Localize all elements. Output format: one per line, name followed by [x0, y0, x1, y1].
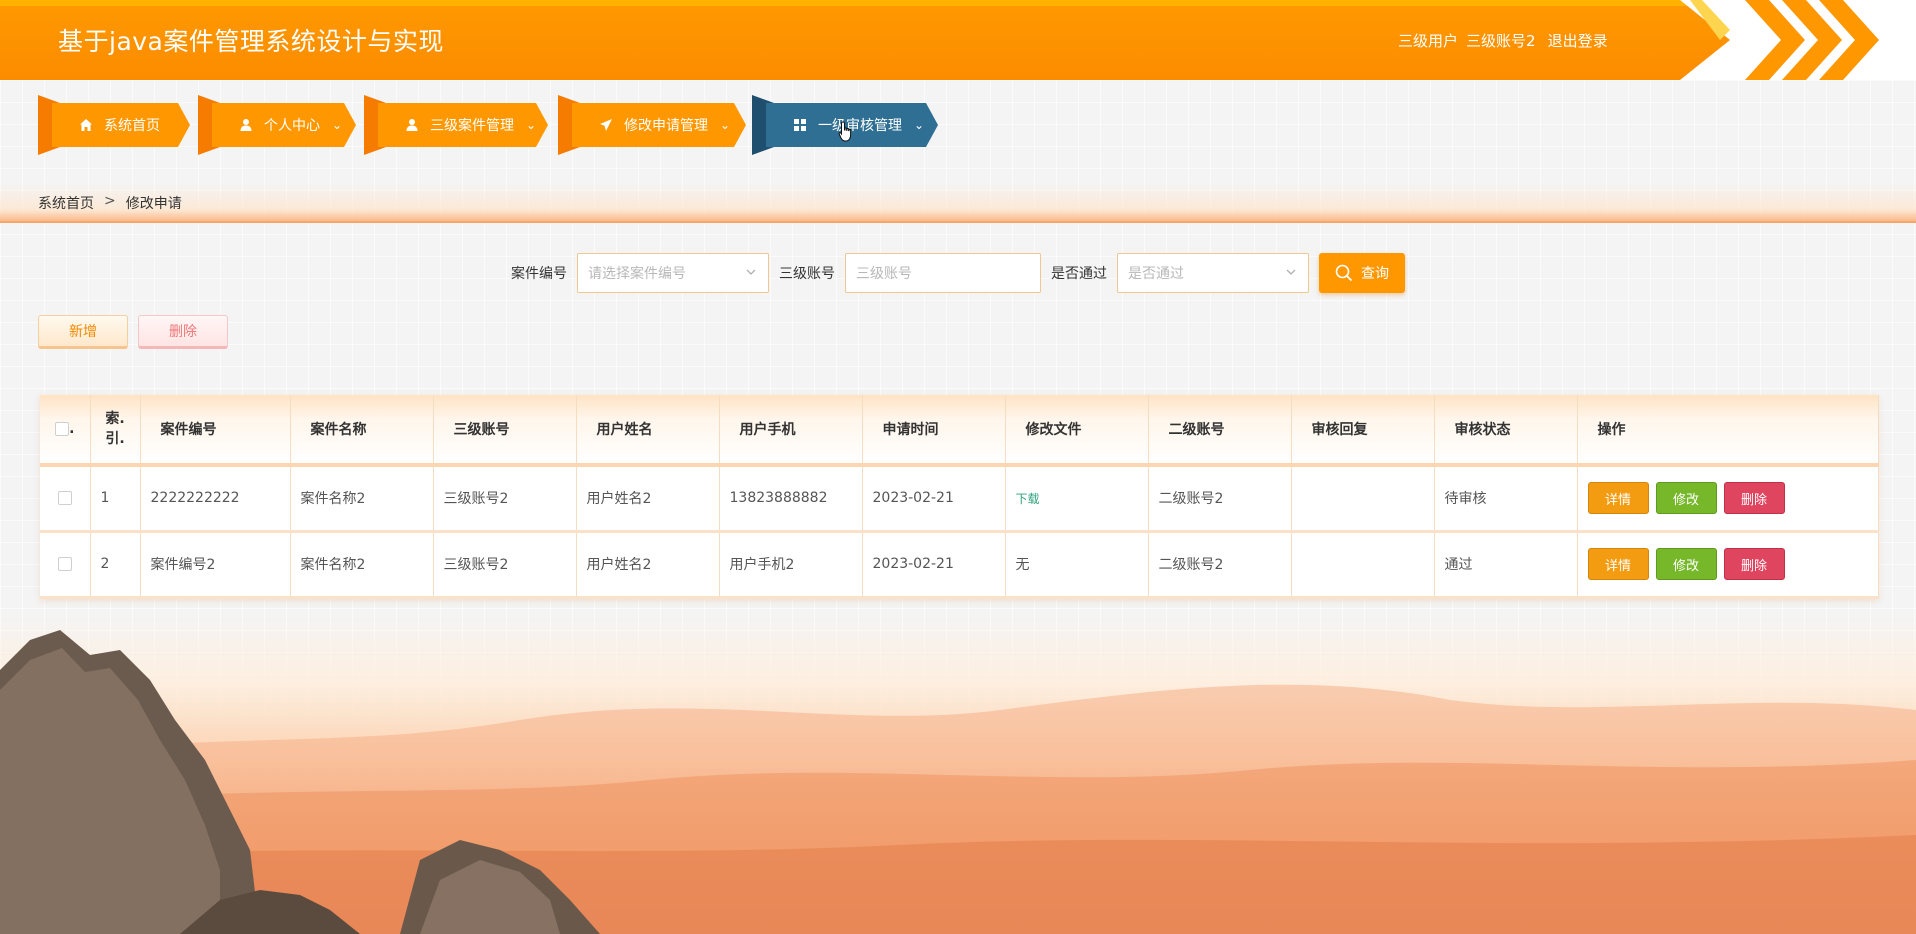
chevron-down-icon — [1286, 269, 1296, 275]
cell-user-name: 用户姓名2 — [576, 531, 720, 597]
nav-item-level3-cases[interactable]: 三级案件管理 ⌄ — [364, 95, 548, 155]
column-header-user-phone: 用户手机 — [719, 395, 863, 467]
mouse-cursor-icon — [838, 121, 852, 142]
nav-item-label: 一级审核管理 — [818, 118, 902, 134]
nav-item-personal-center[interactable]: 个人中心 ⌄ — [198, 95, 356, 155]
chevron-down-icon: ⌄ — [720, 118, 731, 132]
edit-button[interactable]: 修改 — [1655, 482, 1717, 515]
table-row: 2 案件编号2 案件名称2 三级账号2 用户姓名2 用户手机2 2023-02-… — [40, 531, 1879, 597]
passed-placeholder: 是否通过 — [1128, 266, 1184, 282]
logout-link[interactable]: 退出登录 — [1548, 30, 1608, 51]
row-checkbox[interactable] — [40, 465, 91, 531]
cell-modify-file: 无 — [1005, 531, 1149, 597]
cell-case-no: 案件编号2 — [140, 531, 291, 597]
batch-delete-button[interactable]: 删除 — [138, 315, 228, 349]
case-no-placeholder: 请选择案件编号 — [588, 266, 686, 282]
row-checkbox[interactable] — [40, 531, 91, 597]
cell-level2-account: 二级账号2 — [1148, 531, 1292, 597]
chevron-down-icon: ⌄ — [526, 118, 537, 132]
account-placeholder: 三级账号 — [856, 266, 912, 282]
chevron-down-icon — [746, 269, 756, 275]
cell-case-name: 案件名称2 — [290, 531, 434, 597]
breadcrumb-separator: > — [104, 193, 116, 209]
column-header-level3-account: 三级账号 — [433, 395, 577, 467]
column-header-apply-time: 申请时间 — [862, 395, 1006, 467]
column-header-level2-account: 二级账号 — [1148, 395, 1292, 467]
home-icon — [78, 117, 94, 133]
column-header-index: 索. 引. — [90, 395, 141, 467]
cell-user-name: 用户姓名2 — [576, 465, 720, 531]
table-row: 1 2222222222 案件名称2 三级账号2 用户姓名2 138238888… — [40, 465, 1879, 531]
case-no-label: 案件编号 — [511, 266, 567, 282]
nav-item-label: 个人中心 — [264, 118, 320, 134]
landscape-background — [0, 610, 1916, 934]
data-table: . 索. 引. 案件编号 案件名称 三级账号 用户姓名 用户手机 申请时间 修改文… — [40, 395, 1879, 599]
site-title: 基于java案件管理系统设计与实现 — [58, 27, 444, 56]
breadcrumb-bar — [0, 183, 1916, 223]
column-header-case-name: 案件名称 — [290, 395, 434, 467]
nav-item-modify-requests[interactable]: 修改申请管理 ⌄ — [558, 95, 746, 155]
user-name: 三级账号2 — [1466, 32, 1536, 50]
cell-level3-account: 三级账号2 — [433, 465, 577, 531]
cell-user-phone: 用户手机2 — [719, 531, 863, 597]
cell-index: 1 — [90, 465, 141, 531]
cell-operation: 详情 修改 删除 — [1577, 465, 1879, 531]
query-button-label: 查询 — [1361, 266, 1389, 282]
delete-button[interactable]: 删除 — [1723, 482, 1785, 515]
cell-index: 2 — [90, 531, 141, 597]
cell-user-phone: 13823888882 — [719, 465, 863, 531]
cell-apply-time: 2023-02-21 — [862, 465, 1006, 531]
edit-button[interactable]: 修改 — [1655, 548, 1717, 580]
column-header-modify-file: 修改文件 — [1005, 395, 1149, 467]
cell-level2-account: 二级账号2 — [1148, 465, 1292, 531]
passed-label: 是否通过 — [1051, 266, 1107, 282]
column-header-user-name: 用户姓名 — [576, 395, 720, 467]
chevron-down-icon: ⌄ — [332, 118, 343, 132]
cell-case-name: 案件名称2 — [290, 465, 434, 531]
header: 基于java案件管理系统设计与实现 三级用户 三级账号2 退出登录 — [0, 0, 1916, 80]
account-input[interactable]: 三级账号 — [845, 253, 1041, 293]
select-all-checkbox[interactable]: . — [40, 395, 91, 467]
detail-button[interactable]: 详情 — [1587, 482, 1649, 515]
column-header-case-no: 案件编号 — [140, 395, 291, 467]
account-label: 三级账号 — [779, 266, 835, 282]
search-form: 案件编号 请选择案件编号 三级账号 三级账号 是否通过 是否通过 查询 — [511, 253, 1405, 293]
nav-item-label: 系统首页 — [104, 118, 160, 134]
cell-review-reply — [1291, 465, 1435, 531]
column-header-review-reply: 审核回复 — [1291, 395, 1435, 467]
query-button[interactable]: 查询 — [1319, 253, 1405, 293]
cell-modify-file: 下载 — [1005, 465, 1149, 531]
passed-select[interactable]: 是否通过 — [1117, 253, 1309, 293]
delete-button[interactable]: 删除 — [1723, 548, 1785, 580]
cell-level3-account: 三级账号2 — [433, 531, 577, 597]
user-info: 三级用户 三级账号2 退出登录 — [1398, 30, 1608, 51]
user-icon — [238, 117, 254, 133]
column-header-operation: 操作 — [1577, 395, 1879, 467]
grid-icon — [792, 117, 808, 133]
nav-item-label: 三级案件管理 — [430, 118, 514, 134]
cell-case-no: 2222222222 — [140, 465, 291, 531]
user-icon — [404, 117, 420, 133]
cell-apply-time: 2023-02-21 — [862, 531, 1006, 597]
breadcrumb-home[interactable]: 系统首页 — [38, 193, 94, 213]
user-role: 三级用户 — [1398, 32, 1459, 50]
cell-review-reply — [1291, 531, 1435, 597]
nav-item-label: 修改申请管理 — [624, 118, 708, 134]
nav-item-home[interactable]: 系统首页 — [38, 95, 190, 155]
table-header-row: . 索. 引. 案件编号 案件名称 三级账号 用户姓名 用户手机 申请时间 修改文… — [40, 395, 1879, 467]
case-no-select[interactable]: 请选择案件编号 — [577, 253, 769, 293]
cell-review-status: 待审核 — [1434, 465, 1578, 531]
cell-operation: 详情 修改 删除 — [1577, 531, 1879, 597]
column-header-review-status: 审核状态 — [1434, 395, 1578, 467]
cell-review-status: 通过 — [1434, 531, 1578, 597]
breadcrumb: 系统首页 > 修改申请 — [38, 193, 182, 213]
chevron-down-icon: ⌄ — [914, 118, 925, 132]
search-icon — [1335, 264, 1353, 282]
send-icon — [598, 117, 614, 133]
add-button[interactable]: 新增 — [38, 315, 128, 349]
download-link[interactable]: 下载 — [1016, 492, 1040, 506]
detail-button[interactable]: 详情 — [1587, 548, 1649, 580]
breadcrumb-current: 修改申请 — [125, 196, 182, 212]
